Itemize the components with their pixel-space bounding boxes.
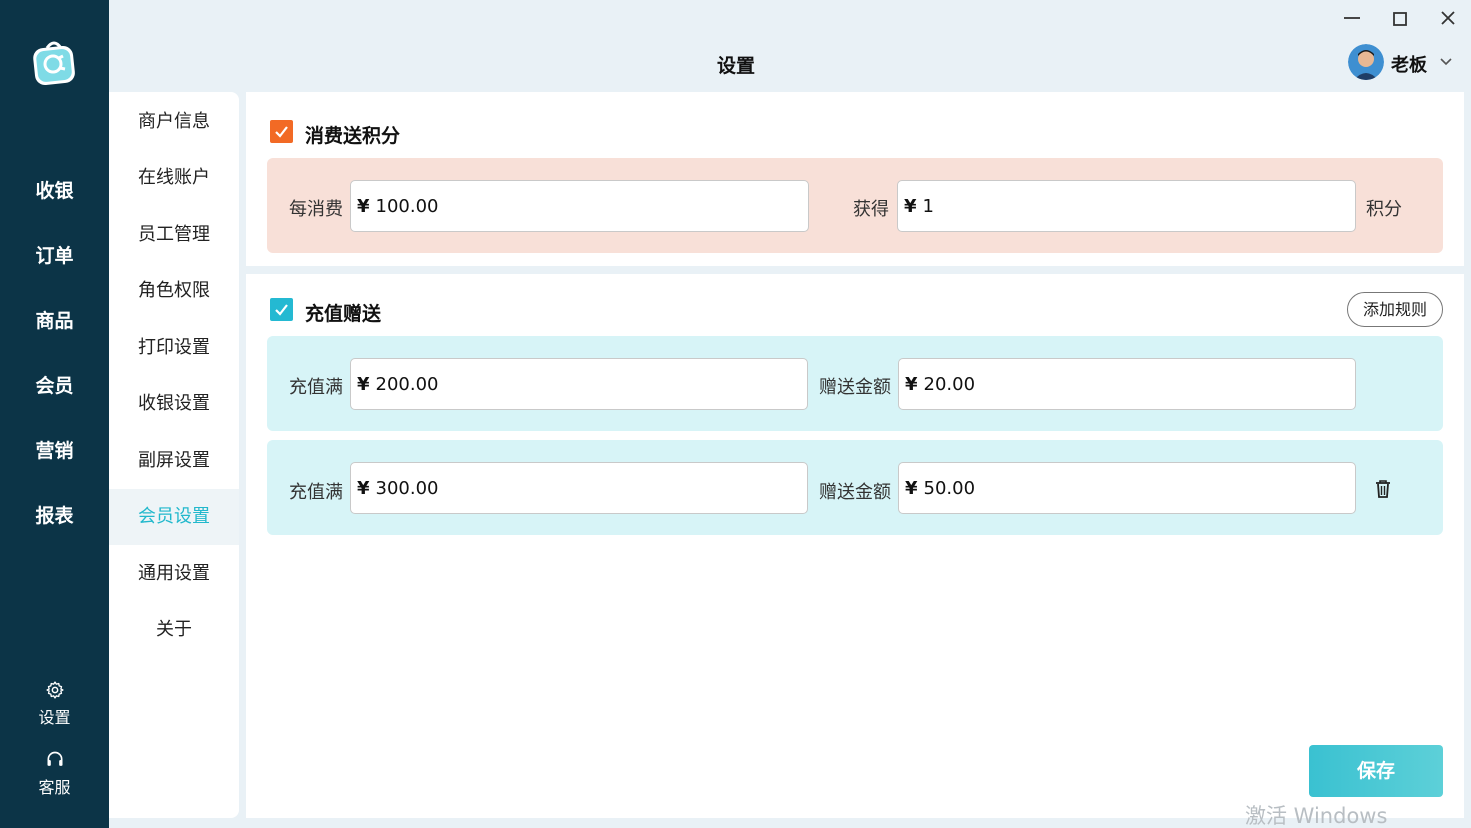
bonus-value[interactable]	[923, 373, 1284, 395]
earn-label: 获得	[853, 199, 889, 220]
app-logo-icon	[31, 38, 77, 86]
spend-amount-input[interactable]: ¥	[350, 180, 809, 232]
username[interactable]: 老板	[1391, 51, 1427, 77]
trash-icon[interactable]	[1373, 478, 1393, 500]
nav-settings[interactable]: 设置	[0, 680, 109, 728]
headset-icon	[47, 751, 62, 766]
add-rule-button[interactable]: 添加规则	[1347, 292, 1443, 327]
bonus-label: 赠送金额	[819, 482, 891, 503]
threshold-input[interactable]: ¥	[350, 462, 808, 514]
earn-points-input[interactable]: ¥	[897, 180, 1356, 232]
currency-symbol: ¥	[357, 195, 370, 217]
points-checkbox[interactable]	[270, 120, 293, 143]
threshold-value[interactable]	[375, 477, 736, 499]
earn-points-value[interactable]	[922, 195, 1284, 217]
currency-symbol: ¥	[357, 373, 370, 395]
minimize-icon[interactable]	[1341, 8, 1363, 30]
submenu-online-account[interactable]: 在线账户	[109, 150, 239, 206]
recharge-checkbox[interactable]	[270, 298, 293, 321]
close-icon[interactable]	[1437, 8, 1459, 30]
currency-symbol: ¥	[905, 477, 918, 499]
nav-item-checkout[interactable]: 收银	[0, 176, 109, 203]
nav-item-members[interactable]: 会员	[0, 371, 109, 398]
bonus-value[interactable]	[923, 477, 1284, 499]
submenu-role-permissions[interactable]: 角色权限	[109, 263, 239, 319]
settings-submenu: 商户信息 在线账户 员工管理 角色权限 打印设置 收银设置 副屏设置 会员设置 …	[109, 92, 239, 818]
bonus-label: 赠送金额	[819, 377, 891, 398]
currency-symbol: ¥	[357, 477, 370, 499]
threshold-input[interactable]: ¥	[350, 358, 808, 410]
page-title: 设置	[716, 55, 755, 77]
spend-label: 每消费	[289, 199, 343, 220]
gear-icon	[45, 681, 64, 699]
nav-item-products[interactable]: 商品	[0, 306, 109, 333]
nav-settings-label: 设置	[38, 708, 71, 727]
submenu-member-settings[interactable]: 会员设置	[109, 489, 239, 545]
submenu-staff-management[interactable]: 员工管理	[109, 207, 239, 263]
top-bar: 设置 老板	[109, 0, 1471, 92]
nav-item-marketing[interactable]: 营销	[0, 436, 109, 463]
checkmark-icon	[275, 126, 288, 138]
recharge-section-title: 充值赠送	[305, 303, 382, 325]
bonus-input[interactable]: ¥	[898, 462, 1356, 514]
checkmark-icon	[275, 304, 288, 316]
windows-activation-watermark: 激活 Windows	[1245, 804, 1388, 828]
nav-support[interactable]: 客服	[0, 750, 109, 798]
submenu-checkout-settings[interactable]: 收银设置	[109, 376, 239, 432]
submenu-print-settings[interactable]: 打印设置	[109, 320, 239, 376]
avatar[interactable]	[1348, 44, 1384, 80]
submenu-general-settings[interactable]: 通用设置	[109, 546, 239, 602]
section-divider	[246, 266, 1464, 274]
nav-support-label: 客服	[38, 778, 71, 797]
submenu-secondary-screen[interactable]: 副屏设置	[109, 433, 239, 489]
nav-item-orders[interactable]: 订单	[0, 241, 109, 268]
save-button[interactable]: 保存	[1309, 745, 1443, 797]
threshold-label: 充值满	[289, 377, 343, 398]
threshold-value[interactable]	[375, 373, 736, 395]
points-section-title: 消费送积分	[305, 125, 401, 147]
spend-amount-value[interactable]	[375, 195, 737, 217]
nav-item-reports[interactable]: 报表	[0, 501, 109, 528]
submenu-about[interactable]: 关于	[109, 602, 239, 658]
main-nav: 收银 订单 商品 会员 营销 报表 设置 客服	[0, 0, 109, 828]
currency-symbol: ¥	[905, 373, 918, 395]
bonus-input[interactable]: ¥	[898, 358, 1356, 410]
chevron-down-icon[interactable]	[1439, 55, 1453, 69]
submenu-merchant-info[interactable]: 商户信息	[109, 94, 239, 150]
maximize-icon[interactable]	[1389, 8, 1411, 30]
currency-symbol: ¥	[904, 195, 917, 217]
points-unit-label: 积分	[1366, 199, 1402, 220]
threshold-label: 充值满	[289, 482, 343, 503]
